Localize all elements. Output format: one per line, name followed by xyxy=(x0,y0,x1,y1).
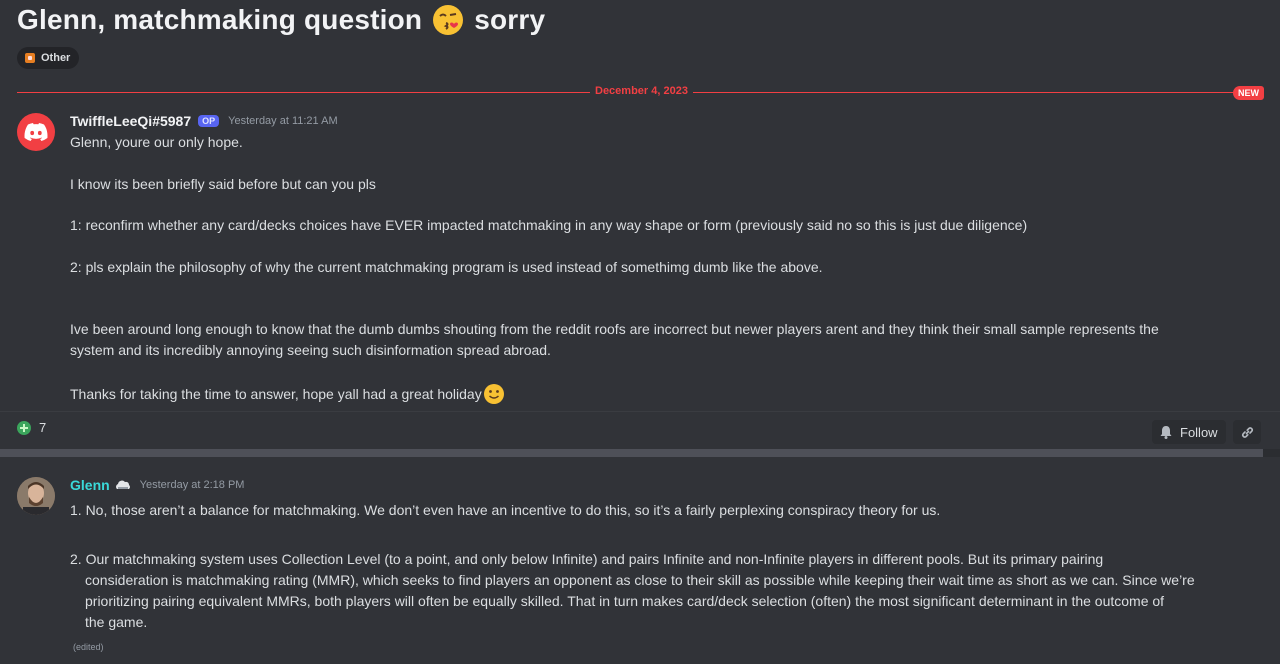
new-badge: NEW xyxy=(1233,86,1264,100)
post-separator xyxy=(0,449,1263,457)
op-badge: OP xyxy=(198,115,220,127)
post-line: Ive been around long enough to know that… xyxy=(70,321,1159,337)
kissing-face-icon xyxy=(433,5,464,35)
divider-date: December 4, 2023 xyxy=(590,85,693,97)
plus-reaction-icon xyxy=(17,420,31,435)
tag-icon xyxy=(25,53,35,63)
staff-cloud-icon xyxy=(115,480,130,489)
post-timestamp: Yesterday at 11:21 AM xyxy=(228,115,338,127)
scrollbar-track[interactable] xyxy=(1263,449,1280,457)
post-line-text: Thanks for taking the time to answer, ho… xyxy=(70,386,482,402)
post-line-last: Thanks for taking the time to answer, ho… xyxy=(70,383,505,405)
forum-tag[interactable]: Other xyxy=(17,47,80,69)
copy-link-button[interactable] xyxy=(1233,420,1261,444)
reply-timestamp: Yesterday at 2:18 PM xyxy=(139,479,245,491)
post-line: I know its been briefly said before but … xyxy=(70,176,376,192)
thread-title-text: Glenn, matchmaking question xyxy=(17,4,423,35)
edited-label: (edited) xyxy=(73,642,104,652)
thread-title-suffix: sorry xyxy=(474,4,546,35)
reaction-count: 7 xyxy=(39,420,47,435)
discord-logo-icon xyxy=(24,123,48,141)
avatar[interactable] xyxy=(17,477,55,515)
post-line: 2: pls explain the philosophy of why the… xyxy=(70,259,823,275)
reply-header: Glenn Yesterday at 2:18 PM xyxy=(70,477,244,493)
post-line: 1: reconfirm whether any card/decks choi… xyxy=(70,217,1028,233)
reply-item-1: 1. No, those aren’t a balance for matchm… xyxy=(70,502,941,518)
post-line: system and its incredibly annoying seein… xyxy=(70,342,551,358)
avatar[interactable] xyxy=(17,113,55,151)
user-photo-icon xyxy=(17,477,55,515)
post-footer: 7 Follow xyxy=(0,411,1280,450)
reply-item-2-line: the game. xyxy=(85,614,148,630)
post-line: Glenn, youre our only hope. xyxy=(70,134,243,150)
forum-tag-label: Other xyxy=(41,52,71,64)
thread-title: Glenn, matchmaking question sorry xyxy=(17,4,545,36)
post-username[interactable]: TwiffleLeeQi#5987 xyxy=(70,113,191,129)
follow-label: Follow xyxy=(1180,424,1218,440)
bell-icon xyxy=(1160,425,1172,439)
post-header: TwiffleLeeQi#5987 OP Yesterday at 11:21 … xyxy=(70,113,338,129)
reaction-button[interactable]: 7 xyxy=(17,420,46,435)
follow-button[interactable]: Follow xyxy=(1152,420,1226,444)
slightly-smiling-face-icon xyxy=(483,384,504,404)
reply-item-2-line: consideration is matchmaking rating (MMR… xyxy=(85,572,1195,588)
reply-item-2-line: prioritizing pairing equivalent MMRs, bo… xyxy=(85,593,1165,609)
link-icon xyxy=(1241,426,1253,438)
reply-username[interactable]: Glenn xyxy=(70,477,110,493)
reply-item-2-line: 2. Our matchmaking system uses Collectio… xyxy=(70,551,1104,567)
